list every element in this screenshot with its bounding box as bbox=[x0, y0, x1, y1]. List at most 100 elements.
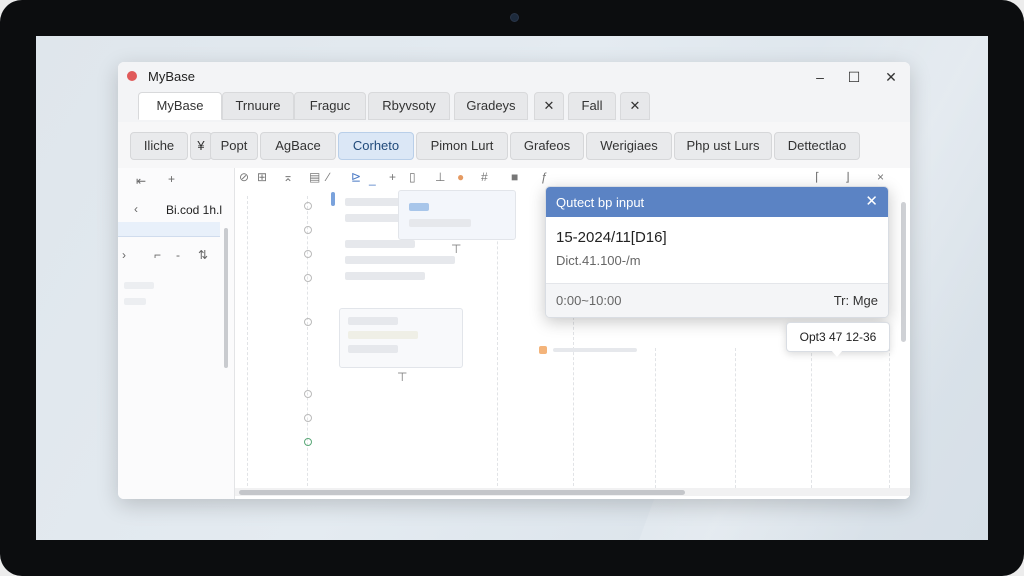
chart-icon[interactable]: ⊵ bbox=[351, 170, 361, 184]
connector-icon: ⊤ bbox=[397, 370, 408, 384]
document-tabs: MyBase Trnuure Fraguc Rbyvsoty Gradeys ✕… bbox=[118, 92, 910, 122]
node-card-line bbox=[348, 331, 418, 339]
tooltip-text: Opt3 47 12-36 bbox=[799, 330, 877, 344]
cursor-icon[interactable]: ⊥ bbox=[435, 170, 445, 184]
node-card[interactable] bbox=[398, 190, 516, 240]
grid-icon[interactable]: # bbox=[481, 170, 488, 184]
time-range: 0:00~10:00 bbox=[556, 293, 622, 308]
node-marker[interactable] bbox=[304, 390, 312, 398]
node-marker[interactable] bbox=[304, 202, 312, 210]
toolbar-button-corheto[interactable]: Corheto bbox=[338, 132, 414, 160]
tab-mybase[interactable]: MyBase bbox=[138, 92, 222, 120]
tab-rbyvsoty[interactable]: Rbyvsoty bbox=[368, 92, 450, 120]
app-logo-icon bbox=[127, 71, 137, 81]
tab-close-icon[interactable]: ✕ bbox=[620, 92, 650, 120]
collapse-icon[interactable]: ⇤ bbox=[136, 174, 146, 188]
filter-icon[interactable]: ⌅ bbox=[283, 170, 293, 184]
sort-icon[interactable]: ⇅ bbox=[198, 248, 208, 262]
camera bbox=[510, 13, 519, 22]
node-marker[interactable] bbox=[304, 414, 312, 422]
toolbar-button-agbace[interactable]: AgBace bbox=[260, 132, 336, 160]
tab-fall[interactable]: Fall bbox=[568, 92, 616, 120]
panel-title: Bi.cod 1h.l bbox=[166, 203, 223, 217]
node-card-line bbox=[348, 345, 398, 353]
tooltip-tail bbox=[831, 350, 843, 357]
shape-icon[interactable]: ■ bbox=[511, 170, 518, 184]
dialog-subtext: Dict.41.100-/m bbox=[556, 253, 641, 268]
toolbar-button-iliche[interactable]: Iliche bbox=[130, 132, 188, 160]
plus-icon[interactable]: + bbox=[389, 170, 396, 184]
node-marker-active[interactable] bbox=[304, 438, 312, 446]
expand-icon[interactable]: › bbox=[122, 248, 126, 262]
horizontal-scrollbar[interactable] bbox=[239, 490, 685, 495]
vertical-scrollbar[interactable] bbox=[901, 202, 906, 342]
node-marker[interactable] bbox=[304, 274, 312, 282]
date-input-field[interactable]: 15-2024/11[D16] bbox=[556, 229, 667, 246]
title-bar: MyBase – ☐ ✕ bbox=[118, 62, 910, 92]
guide-line bbox=[735, 348, 736, 488]
maximize-icon[interactable]: ☐ bbox=[844, 67, 864, 87]
node-marker[interactable] bbox=[304, 226, 312, 234]
placeholder-line bbox=[345, 272, 425, 280]
toolbar-button-yen[interactable]: ¥ bbox=[190, 132, 212, 160]
toolbar-button-grafeos[interactable]: Grafeos bbox=[510, 132, 584, 160]
link-icon[interactable]: ⊘ bbox=[239, 170, 249, 184]
node-card-line bbox=[348, 317, 398, 325]
border-icon[interactable]: ▯ bbox=[409, 170, 416, 184]
back-arrow-icon[interactable]: ‹ bbox=[134, 202, 138, 216]
guide-line bbox=[655, 348, 656, 488]
dialog-header: Qutect bp input ✕ bbox=[546, 187, 888, 217]
guide-line bbox=[811, 348, 812, 488]
node-marker[interactable] bbox=[304, 250, 312, 258]
dialog-footer: 0:00~10:00 Tr: Mge bbox=[546, 283, 888, 317]
underline-icon[interactable]: _ bbox=[369, 172, 376, 186]
toolbar-button-pimon-lurt[interactable]: Pimon Lurt bbox=[416, 132, 508, 160]
guide-line bbox=[247, 196, 248, 486]
pipe-icon[interactable]: ⌋ bbox=[845, 170, 850, 184]
add-icon[interactable]: + bbox=[168, 172, 175, 186]
dialog-close-icon[interactable]: ✕ bbox=[865, 193, 878, 211]
x-icon[interactable]: × bbox=[877, 170, 884, 184]
palette-icon[interactable]: ● bbox=[457, 170, 464, 184]
minus-icon[interactable]: - bbox=[176, 248, 180, 262]
node-card-accent bbox=[409, 203, 429, 211]
tablet-frame: MyBase – ☐ ✕ MyBase Trnuure Fraguc Rbyvs… bbox=[0, 0, 1024, 576]
connector-icon: ⊤ bbox=[451, 242, 462, 256]
flag-icon[interactable]: ƒ bbox=[541, 170, 548, 184]
toolbar: Iliche ¥ Popt AgBace Corheto Pimon Lurt … bbox=[118, 122, 910, 169]
dialog-action-button[interactable]: Tr: Mge bbox=[834, 293, 878, 308]
left-panel-scrollbar[interactable] bbox=[224, 228, 228, 368]
document-icon[interactable]: ▤ bbox=[309, 170, 320, 184]
tooltip: Opt3 47 12-36 bbox=[786, 322, 890, 357]
node-marker[interactable] bbox=[304, 318, 312, 326]
guide-line bbox=[889, 348, 890, 488]
toolbar-button-php-ust-lurs[interactable]: Php ust Lurs bbox=[674, 132, 772, 160]
left-panel: ⇤ + ‹ Bi.cod 1h.l › ⌐ - ⇅ bbox=[118, 168, 235, 499]
bracket-icon[interactable]: ⌈ bbox=[815, 170, 820, 184]
dialog-title: Qutect bp input bbox=[556, 195, 645, 210]
date-input-dialog: Qutect bp input ✕ 15-2024/11[D16] Dict.4… bbox=[545, 186, 889, 318]
selected-row[interactable] bbox=[118, 222, 220, 237]
placeholder-line bbox=[345, 240, 415, 248]
tab-trnuure[interactable]: Trnuure bbox=[222, 92, 294, 120]
placeholder-line bbox=[124, 298, 146, 305]
tab-gradeys[interactable]: Gradeys bbox=[454, 92, 528, 120]
toolbar-button-popt[interactable]: Popt bbox=[210, 132, 258, 160]
placeholder-line bbox=[124, 282, 154, 289]
selection-indicator bbox=[331, 192, 335, 206]
minimize-icon[interactable]: – bbox=[810, 67, 830, 87]
screen: MyBase – ☐ ✕ MyBase Trnuure Fraguc Rbyvs… bbox=[36, 36, 988, 540]
tab-close-icon[interactable]: ✕ bbox=[534, 92, 564, 120]
orange-marker[interactable] bbox=[539, 346, 547, 354]
placeholder-line bbox=[345, 256, 455, 264]
toolbar-button-werigiaes[interactable]: Werigiaes bbox=[586, 132, 672, 160]
node-card[interactable] bbox=[339, 308, 463, 368]
tab-fraguc[interactable]: Fraguc bbox=[294, 92, 366, 120]
close-icon[interactable]: ✕ bbox=[881, 67, 901, 87]
toolbar-button-dettectlao[interactable]: Dettectlao bbox=[774, 132, 860, 160]
connector-line bbox=[553, 348, 637, 352]
node-card-line bbox=[409, 219, 471, 227]
table-icon[interactable]: ⊞ bbox=[257, 170, 267, 184]
pen-icon[interactable]: ∕ bbox=[327, 170, 329, 184]
corner-icon[interactable]: ⌐ bbox=[154, 248, 161, 262]
